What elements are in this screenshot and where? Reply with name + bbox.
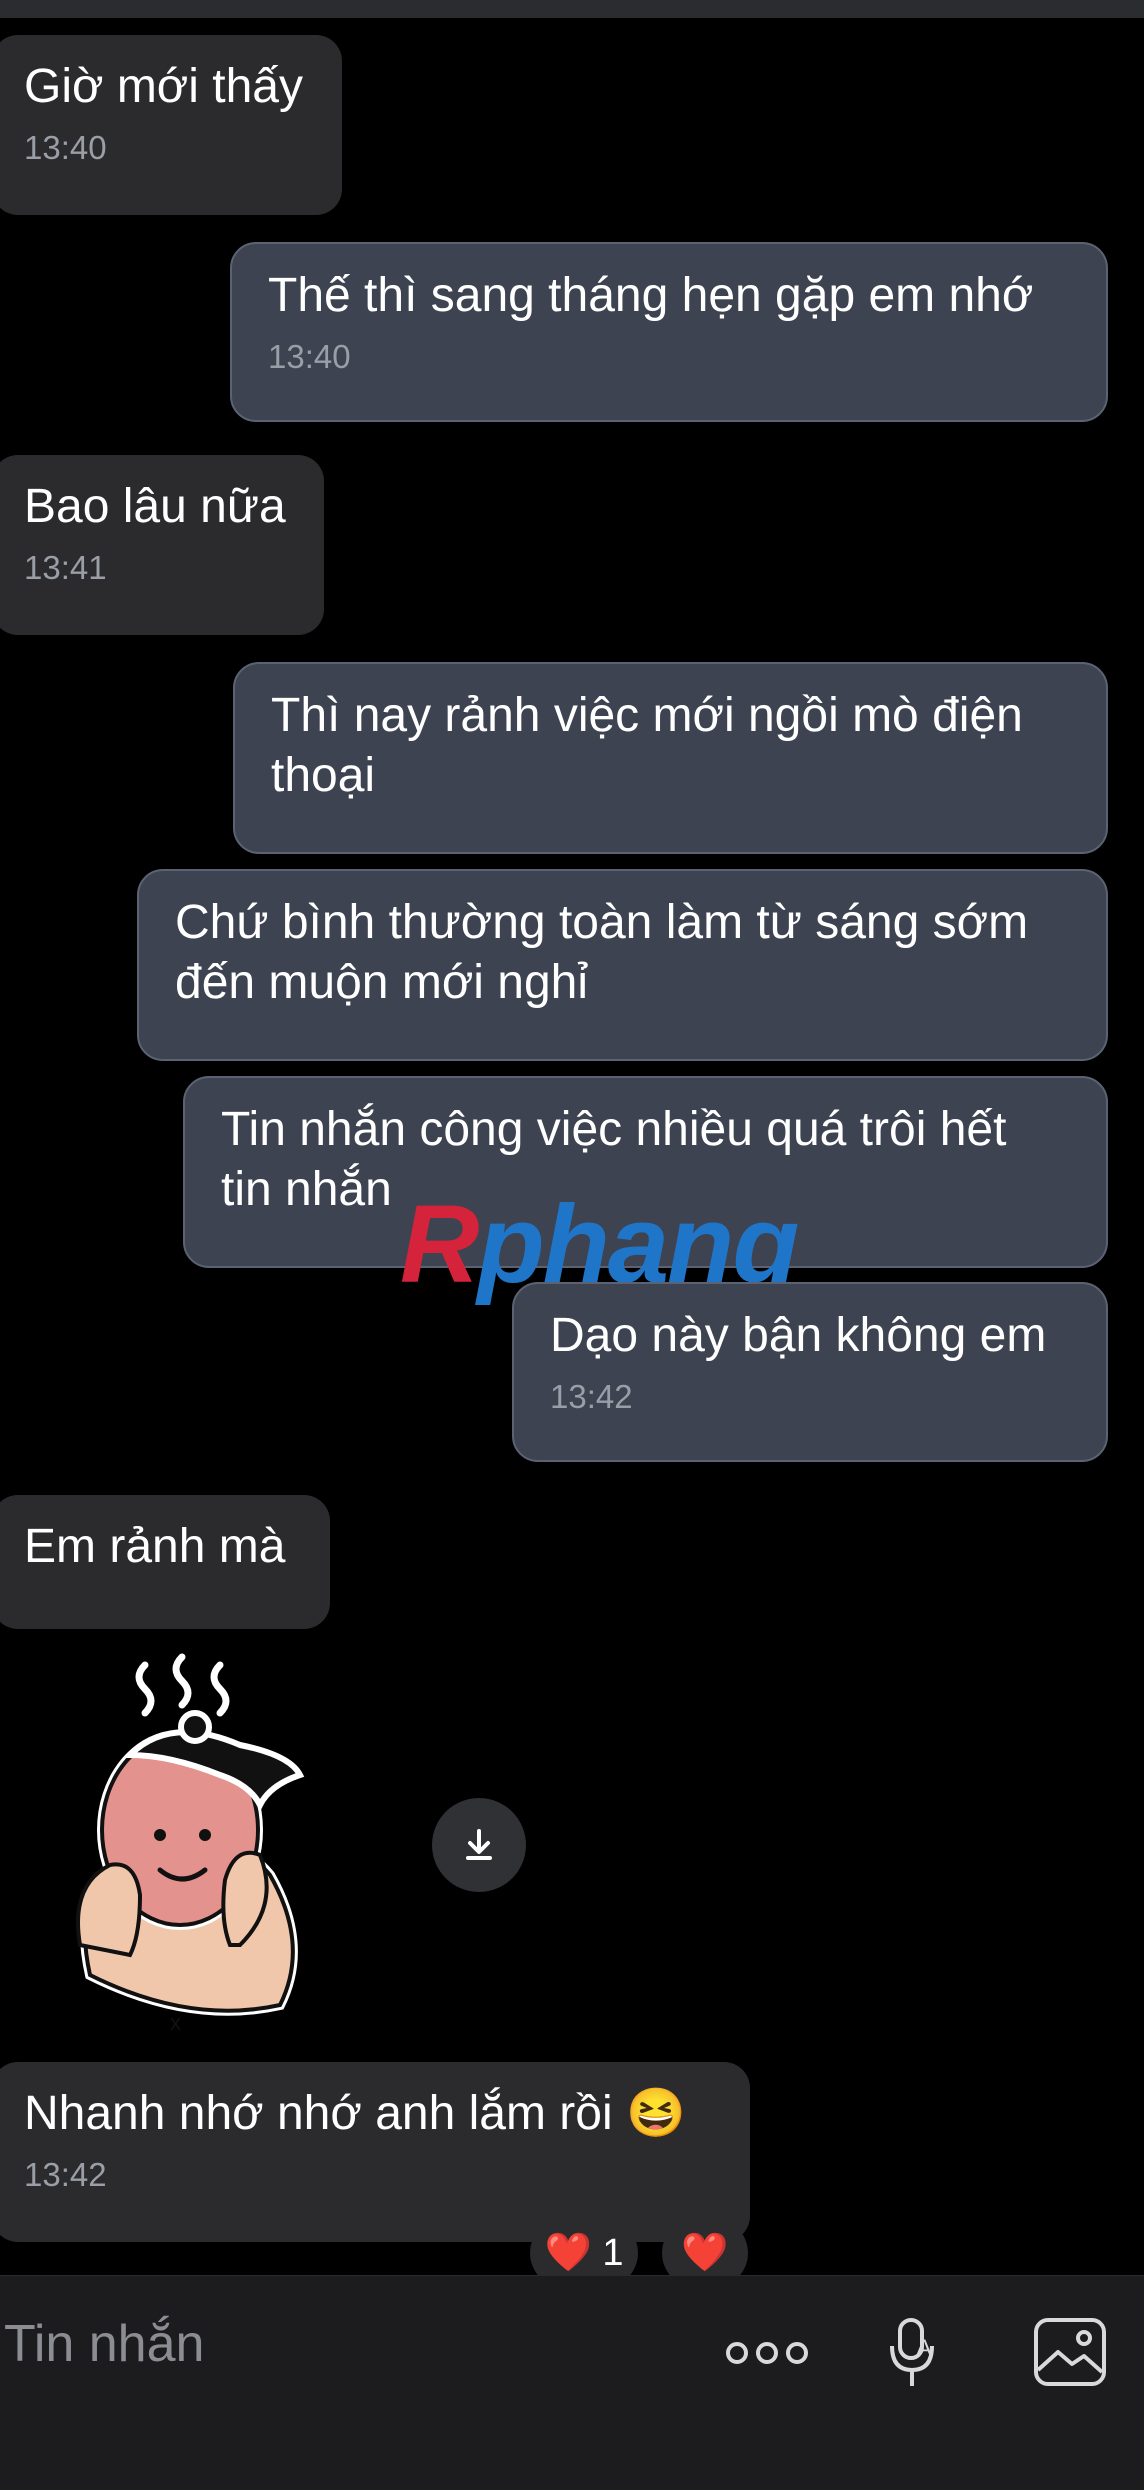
message-time: 13:41 <box>24 549 107 586</box>
message-incoming[interactable]: Em rảnh mà <box>0 1495 330 1629</box>
message-incoming[interactable]: Giờ mới thấy 13:40 <box>0 35 342 215</box>
message-outgoing[interactable]: Dạo này bận không em 13:42 <box>512 1282 1108 1462</box>
svg-text:x: x <box>170 2010 181 2035</box>
sticker-character[interactable]: x <box>60 1645 340 2045</box>
message-incoming[interactable]: Bao lâu nữa 13:41 <box>0 455 324 635</box>
message-text: Giờ mới thấy <box>24 60 303 113</box>
message-outgoing[interactable]: Thế thì sang tháng hẹn gặp em nhớ 13:40 <box>230 242 1108 422</box>
message-time: 13:42 <box>24 2156 107 2193</box>
message-text: Thế thì sang tháng hẹn gặp em nhớ <box>268 269 1034 322</box>
message-time: 13:40 <box>268 338 351 375</box>
message-text: Em rảnh mà <box>24 1520 286 1573</box>
message-incoming[interactable]: Nhanh nhớ nhớ anh lắm rồi 😆 13:42 <box>0 2062 750 2242</box>
message-text: Bao lâu nữa <box>24 480 286 533</box>
message-text-line: thoại <box>271 749 376 802</box>
message-text: Dạo này bận không em <box>550 1309 1047 1362</box>
message-time: 13:42 <box>550 1378 633 1415</box>
message-input[interactable]: Tin nhắn <box>4 2314 204 2374</box>
message-text: Nhanh nhớ nhớ anh lắm rồi 😆 <box>24 2087 686 2140</box>
voice-icon[interactable]: A <box>886 2316 942 2392</box>
more-icon[interactable] <box>725 2338 809 2368</box>
message-text-line: Chứ bình thường toàn làm từ sáng sớm <box>175 896 1029 949</box>
message-time: 13:40 <box>24 129 107 166</box>
image-icon[interactable] <box>1032 2316 1108 2388</box>
message-text-line: đến muộn mới nghỉ <box>175 956 589 1009</box>
download-button[interactable] <box>432 1798 526 1892</box>
message-text-line: Thì nay rảnh việc mới ngồi mò điện <box>271 689 1023 742</box>
message-outgoing[interactable]: Chứ bình thường toàn làm từ sáng sớm đến… <box>137 869 1108 1061</box>
download-icon <box>466 1829 492 1860</box>
composer-bar: Tin nhắn A <box>0 2275 1144 2490</box>
svg-text:A: A <box>916 2335 932 2362</box>
message-outgoing[interactable]: Thì nay rảnh việc mới ngồi mò điện thoại <box>233 662 1108 854</box>
message-text-line: Tin nhắn công việc nhiều quá trôi hết <box>221 1103 1007 1156</box>
top-status-strip <box>0 0 1144 18</box>
